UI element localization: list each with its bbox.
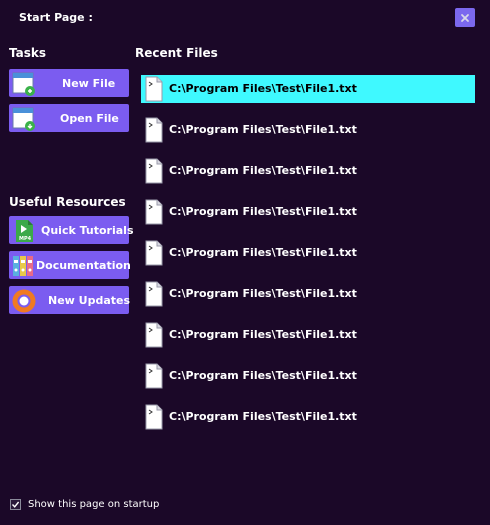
text-file-icon	[145, 322, 163, 348]
recent-file-row[interactable]: C:\Program Files\Test\File1.txt	[141, 403, 475, 431]
open-file-button[interactable]: Open File	[9, 104, 129, 132]
close-button[interactable]	[455, 8, 475, 27]
video-file-icon-text: MP4	[19, 236, 32, 242]
close-icon	[461, 13, 469, 22]
new-updates-label: New Updates	[48, 293, 131, 307]
new-file-icon	[12, 72, 35, 96]
text-file-icon	[145, 404, 163, 430]
update-ring-icon	[12, 289, 36, 313]
show-on-startup-checkbox[interactable]	[10, 499, 21, 510]
show-on-startup-label: Show this page on startup	[28, 499, 160, 510]
new-file-label: New File	[62, 76, 116, 90]
new-updates-button[interactable]: New Updates	[9, 286, 131, 314]
text-file-icon	[145, 240, 163, 266]
recent-file-path: C:\Program Files\Test\File1.txt	[169, 164, 357, 177]
tasks-heading: Tasks	[9, 46, 47, 60]
documentation-label: Documentation	[36, 258, 131, 272]
quick-tutorials-button[interactable]: MP4 Quick Tutorials	[9, 216, 134, 244]
recent-file-row[interactable]: C:\Program Files\Test\File1.txt	[141, 157, 475, 185]
checkmark-icon	[11, 501, 20, 508]
video-file-icon: MP4	[16, 220, 33, 242]
recent-file-path: C:\Program Files\Test\File1.txt	[169, 287, 357, 300]
recent-file-path: C:\Program Files\Test\File1.txt	[169, 123, 357, 136]
recent-file-row[interactable]: C:\Program Files\Test\File1.txt	[141, 362, 475, 390]
recent-file-row[interactable]: C:\Program Files\Test\File1.txt	[141, 280, 475, 308]
recent-file-row[interactable]: C:\Program Files\Test\File1.txt	[141, 75, 475, 103]
recent-file-path: C:\Program Files\Test\File1.txt	[169, 246, 357, 259]
recent-file-path: C:\Program Files\Test\File1.txt	[169, 328, 357, 341]
recent-files-heading: Recent Files	[135, 46, 218, 60]
quick-tutorials-label: Quick Tutorials	[41, 223, 134, 237]
text-file-icon	[145, 117, 163, 143]
text-file-icon	[145, 363, 163, 389]
recent-file-path: C:\Program Files\Test\File1.txt	[169, 205, 357, 218]
startup-option: Show this page on startup	[10, 499, 159, 510]
recent-file-row[interactable]: C:\Program Files\Test\File1.txt	[141, 321, 475, 349]
useful-resources-heading: Useful Resources	[9, 195, 126, 209]
recent-file-row[interactable]: C:\Program Files\Test\File1.txt	[141, 116, 475, 144]
binders-icon	[13, 256, 33, 276]
open-file-icon	[12, 107, 35, 131]
window-title: Start Page :	[19, 11, 93, 24]
new-file-button[interactable]: New File	[9, 69, 129, 97]
recent-file-row[interactable]: C:\Program Files\Test\File1.txt	[141, 198, 475, 226]
recent-file-row[interactable]: C:\Program Files\Test\File1.txt	[141, 239, 475, 267]
documentation-button[interactable]: Documentation	[9, 251, 131, 279]
text-file-icon	[145, 199, 163, 225]
open-file-label: Open File	[60, 111, 119, 125]
text-file-icon	[145, 158, 163, 184]
recent-file-path: C:\Program Files\Test\File1.txt	[169, 82, 357, 95]
recent-file-path: C:\Program Files\Test\File1.txt	[169, 369, 357, 382]
recent-file-path: C:\Program Files\Test\File1.txt	[169, 410, 357, 423]
text-file-icon	[145, 281, 163, 307]
text-file-icon	[145, 76, 163, 102]
